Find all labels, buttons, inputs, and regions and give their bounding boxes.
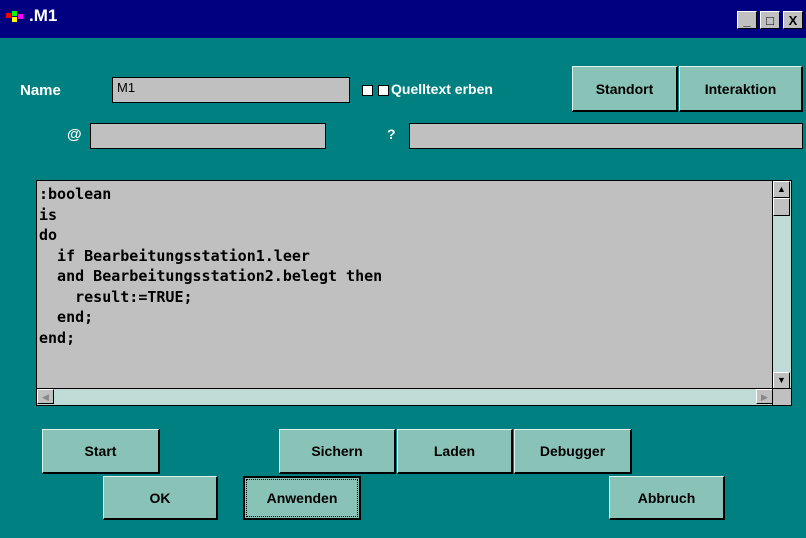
abbruch-button[interactable]: Abbruch bbox=[609, 476, 725, 520]
scrollbar-corner bbox=[772, 388, 791, 405]
app-icon bbox=[6, 11, 23, 22]
window-title: .M1 bbox=[29, 6, 58, 25]
dialog-window: .M1 _ □ X Name M1 Quelltext erben Stando… bbox=[0, 0, 806, 538]
name-label: Name bbox=[20, 82, 61, 99]
start-button[interactable]: Start bbox=[42, 429, 160, 474]
scroll-left-icon[interactable]: ◀ bbox=[37, 389, 54, 404]
scroll-right-icon[interactable]: ▶ bbox=[756, 389, 773, 404]
laden-button[interactable]: Laden bbox=[397, 429, 513, 474]
horizontal-scrollbar[interactable]: ◀ ▶ bbox=[37, 388, 773, 405]
standort-button[interactable]: Standort bbox=[572, 66, 678, 112]
maximize-button[interactable]: □ bbox=[760, 11, 780, 29]
maximize-icon: □ bbox=[766, 12, 774, 28]
inherit-checkbox[interactable] bbox=[378, 85, 389, 96]
scroll-down-icon[interactable]: ▼ bbox=[773, 372, 790, 389]
inherit-label: Quelltext erben bbox=[391, 81, 493, 97]
debugger-button[interactable]: Debugger bbox=[514, 429, 632, 474]
close-icon: X bbox=[788, 12, 798, 28]
scroll-up-icon[interactable]: ▲ bbox=[773, 181, 790, 198]
vertical-scrollbar[interactable]: ▲ ▼ bbox=[772, 181, 791, 389]
question-label: ? bbox=[387, 126, 396, 142]
question-input[interactable] bbox=[409, 123, 803, 149]
ok-button[interactable]: OK bbox=[103, 476, 218, 520]
interaktion-button[interactable]: Interaktion bbox=[679, 66, 803, 112]
close-button[interactable]: X bbox=[783, 11, 803, 29]
anwenden-button[interactable]: Anwenden bbox=[243, 476, 361, 520]
code-editor[interactable]: :boolean is do if Bearbeitungsstation1.l… bbox=[36, 180, 792, 406]
name-input[interactable]: M1 bbox=[112, 77, 350, 103]
title-bar[interactable]: .M1 _ □ X bbox=[0, 0, 806, 38]
vertical-scroll-thumb[interactable] bbox=[773, 198, 790, 216]
at-input[interactable] bbox=[90, 123, 326, 149]
at-label: @ bbox=[67, 126, 82, 143]
minimize-icon: _ bbox=[743, 12, 751, 28]
minimize-button[interactable]: _ bbox=[737, 11, 757, 29]
inherit-checkbox-left[interactable] bbox=[362, 85, 373, 96]
code-text[interactable]: :boolean is do if Bearbeitungsstation1.l… bbox=[39, 184, 382, 348]
sichern-button[interactable]: Sichern bbox=[279, 429, 396, 474]
